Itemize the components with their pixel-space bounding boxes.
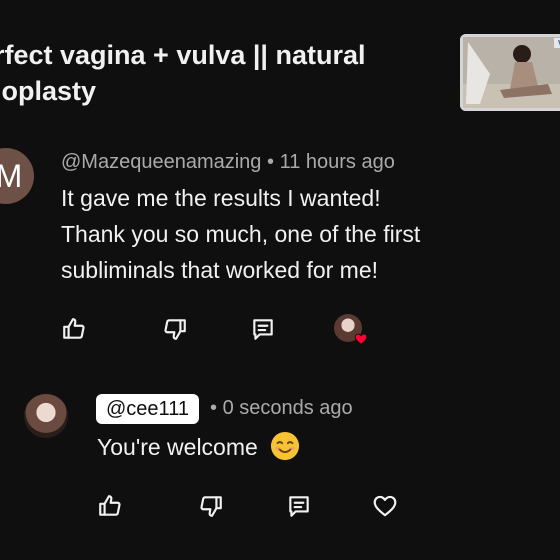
reply-avatar[interactable] xyxy=(24,394,68,438)
comment-author[interactable]: @Mazequeenamazing xyxy=(61,151,261,173)
video-thumbnail[interactable]: V xyxy=(460,34,560,111)
thumbs-down-icon xyxy=(164,319,186,340)
reply-time: 0 seconds ago xyxy=(222,397,353,419)
mention-chip[interactable]: @cee111 xyxy=(96,394,199,424)
heart-icon xyxy=(373,495,397,517)
reply-meta: • 0 seconds ago xyxy=(210,397,353,420)
comment-icon xyxy=(289,496,309,517)
creator-heart-badge xyxy=(334,314,368,346)
thumbs-up-icon xyxy=(99,495,121,516)
smiling-face-emoji xyxy=(271,431,300,461)
reply-text-content: You're welcome xyxy=(97,434,258,460)
comment-time: 11 hours ago xyxy=(279,151,395,173)
commenter-avatar[interactable]: M xyxy=(0,148,34,204)
thumbs-up-icon xyxy=(63,318,85,339)
comment-icon xyxy=(253,319,273,340)
video-title-line-2[interactable]: ioplasty xyxy=(0,74,96,108)
reply-like-button[interactable] xyxy=(95,491,125,521)
reply-text: You're welcome xyxy=(97,430,300,464)
video-title-line-1[interactable]: rfect vagina + vulva || natural xyxy=(0,38,366,72)
reply-reply-button[interactable] xyxy=(284,491,314,521)
reply-dislike-button[interactable] xyxy=(196,491,226,521)
meta-separator: • xyxy=(266,151,274,173)
heart-icon xyxy=(354,333,368,345)
avatar-letter: M xyxy=(0,157,23,194)
comment-meta: @Mazequeenamazing • 11 hours ago xyxy=(61,151,395,174)
heart-button[interactable] xyxy=(370,491,400,521)
comment-text-line-2: Thank you so much, one of the first xyxy=(61,221,421,247)
meta-separator: • xyxy=(210,397,218,419)
like-button[interactable] xyxy=(59,314,89,344)
comment-text-line-1: It gave me the results I wanted! xyxy=(61,185,381,211)
comment-text-line-3: subliminals that worked for me! xyxy=(61,257,379,283)
reply-button[interactable] xyxy=(248,314,278,344)
thumbs-down-icon xyxy=(200,496,222,517)
dislike-button[interactable] xyxy=(160,314,190,344)
